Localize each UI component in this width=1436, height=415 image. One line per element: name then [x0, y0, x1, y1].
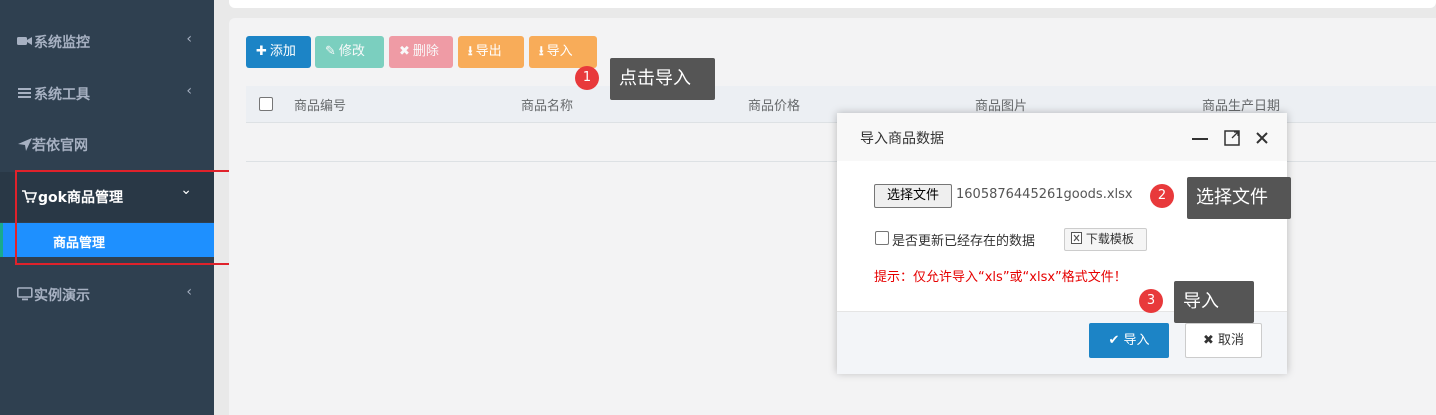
download-template-button[interactable]: 下载模板 [1064, 228, 1147, 251]
download-icon: ⭳ [468, 44, 473, 59]
sidebar-item-demo[interactable]: 实例演示 ‹ [0, 270, 214, 320]
import-button-label: 导入 [546, 44, 573, 59]
step-badge: 1 [575, 66, 599, 90]
sidebar-item-label: 系统监控 [34, 35, 90, 51]
close-icon: ✖ [1202, 333, 1214, 348]
minimize-icon[interactable] [1192, 127, 1208, 147]
add-button[interactable]: ✚ 添加 [246, 36, 311, 68]
step-badge: 2 [1150, 184, 1174, 208]
cancel-button[interactable]: ✖ 取消 [1185, 323, 1262, 358]
cancel-label: 取消 [1218, 333, 1245, 348]
chevron-left-icon: ‹ [186, 284, 192, 300]
maximize-icon[interactable] [1224, 130, 1240, 150]
excel-file-icon [1071, 232, 1086, 246]
update-existing-checkbox[interactable] [875, 231, 889, 245]
delete-button-label: 删除 [412, 44, 439, 59]
confirm-import-button[interactable]: ✔ 导入 [1089, 323, 1169, 358]
sidebar-item-system-monitor[interactable]: 系统监控 ‹ [0, 17, 214, 67]
column-header[interactable]: 商品图片 [975, 95, 1027, 114]
chevron-left-icon: ‹ [186, 83, 192, 99]
column-header[interactable]: 商品名称 [521, 95, 573, 114]
update-existing-label: 是否更新已经存在的数据 [892, 234, 1036, 249]
sidebar-item-label: 实例演示 [34, 288, 90, 304]
dialog-header: 导入商品数据 [837, 113, 1287, 161]
confirm-import-label: 导入 [1123, 333, 1150, 348]
choose-file-button[interactable]: 选择文件 [874, 184, 952, 208]
download-icon: ⭳ [539, 44, 544, 59]
top-panel [229, 0, 1436, 8]
video-camera-icon [17, 33, 33, 49]
close-icon: ✖ [399, 44, 410, 59]
sidebar-item-system-tools[interactable]: 系统工具 ‹ [0, 69, 214, 119]
paper-plane-icon [17, 136, 33, 152]
download-template-label: 下载模板 [1085, 232, 1134, 246]
chevron-left-icon: ‹ [186, 31, 192, 47]
menu-bars-icon [17, 85, 33, 101]
edit-button[interactable]: ✎ 修改 [315, 36, 384, 68]
column-header[interactable]: 商品生产日期 [1202, 95, 1280, 114]
step-tooltip: 点击导入 [610, 58, 715, 100]
step-badge: 3 [1139, 289, 1163, 313]
add-button-label: 添加 [269, 44, 296, 59]
edit-icon: ✎ [325, 44, 336, 59]
column-header[interactable]: 商品价格 [748, 95, 800, 114]
sidebar-item-official-site[interactable]: 若依官网 [0, 120, 214, 170]
import-button[interactable]: ⭳ 导入 [529, 36, 597, 68]
export-button-label: 导出 [475, 44, 502, 59]
step-tooltip: 导入 [1174, 281, 1254, 323]
dialog-title: 导入商品数据 [860, 131, 944, 147]
export-button[interactable]: ⭳ 导出 [458, 36, 524, 68]
column-header[interactable]: 商品编号 [294, 95, 346, 114]
check-icon: ✔ [1108, 333, 1120, 348]
plus-icon: ✚ [256, 44, 267, 59]
edit-button-label: 修改 [338, 44, 365, 59]
monitor-icon [17, 286, 33, 302]
select-all-checkbox[interactable] [259, 97, 273, 111]
sidebar-item-label: 系统工具 [34, 87, 90, 103]
delete-button[interactable]: ✖ 删除 [389, 36, 453, 68]
step-tooltip: 选择文件 [1187, 177, 1291, 219]
highlight-box [15, 170, 245, 265]
selected-file-name: 1605876445261goods.xlsx [956, 187, 1133, 202]
import-hint: 提示：仅允许导入“xls”或“xlsx”格式文件！ [874, 270, 1127, 285]
import-dialog: 导入商品数据 选择文件 1605876445261goods.xlsx 是否更新… [837, 113, 1287, 374]
sidebar-item-label: 若依官网 [32, 138, 88, 154]
close-icon[interactable] [1255, 130, 1269, 149]
